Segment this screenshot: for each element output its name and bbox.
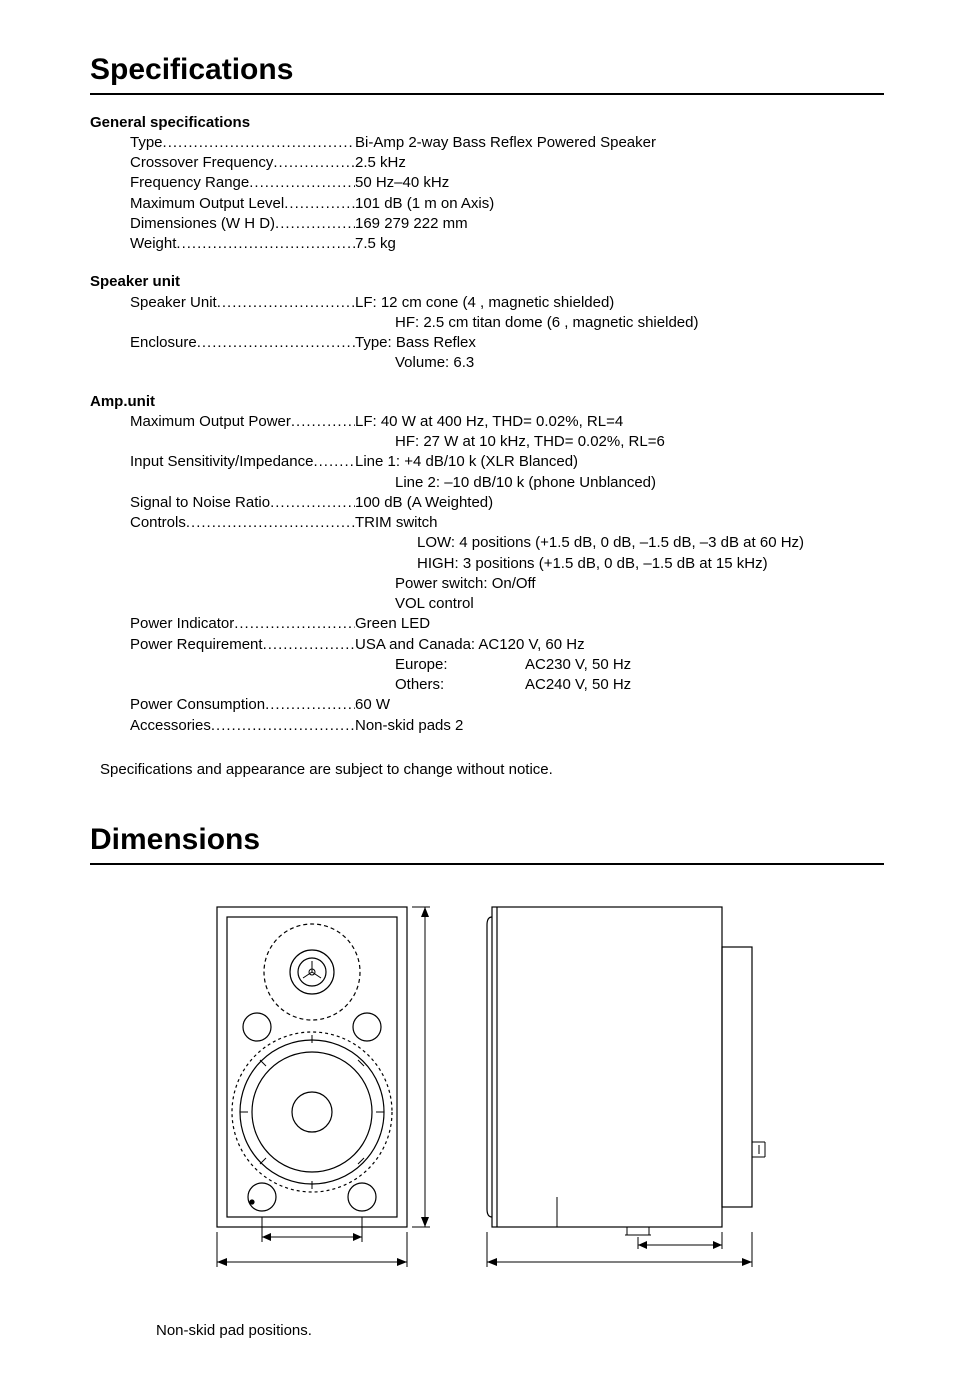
spec-value: Power switch: On/Off [395,574,884,594]
spec-value: 100 dB (A Weighted) [355,493,884,513]
spec-value: 60 W [355,695,884,715]
spec-value: VOL control [395,594,884,614]
spec-label: Power Requirement [130,635,355,655]
amp-section-title: Amp.unit [90,392,884,412]
general-section-title: General specifications [90,113,884,133]
spec-value: 2.5 kHz [355,153,884,173]
spec-value: Line 2: –10 dB/10 k (phone Unblanced) [395,473,884,493]
spec-value: Bi-Amp 2-way Bass Reflex Powered Speaker [355,133,884,153]
spec-label: Power Indicator [130,614,355,634]
spec-label: Maximum Output Level [130,194,355,214]
spec-label: Enclosure [130,333,355,353]
spec-label: Frequency Range [130,173,355,193]
spec-value: USA and Canada: AC120 V, 60 Hz [355,635,884,655]
spec-label: Controls [130,513,355,533]
spec-value: HF: 27 W at 10 kHz, THD= 0.02%, RL=6 [395,432,884,452]
spec-value: TRIM switch [355,513,884,533]
spec-label: Maximum Output Power [130,412,355,432]
spec-value: Others:AC240 V, 50 Hz [395,675,884,695]
spec-value: Non-skid pads 2 [355,716,884,736]
spec-value: Europe:AC230 V, 50 Hz [395,655,884,675]
spec-value: 50 Hz–40 kHz [355,173,884,193]
spec-label: Accessories [130,716,355,736]
spec-label: Power Consumption [130,695,355,715]
front-view-drawing [197,897,437,1297]
spec-value: HF: 2.5 cm titan dome (6 , magnetic shie… [395,313,884,333]
diagram-caption: Non-skid pad positions. [156,1321,884,1341]
side-view-drawing [477,897,777,1297]
spec-value: Type: Bass Reflex [355,333,884,353]
spec-value: 169 279 222 mm [355,214,884,234]
speaker-section-title: Speaker unit [90,272,884,292]
spec-label: Speaker Unit [130,293,355,313]
spec-value: Green LED [355,614,884,634]
spec-label: Weight [130,234,355,254]
spec-label: Crossover Frequency [130,153,355,173]
spec-value: HIGH: 3 positions (+1.5 dB, 0 dB, –1.5 d… [395,554,884,574]
disclaimer-text: Specifications and appearance are subjec… [100,760,884,780]
spec-label: Dimensiones (W H D) [130,214,355,234]
spec-value: 7.5 kg [355,234,884,254]
spec-value: Line 1: +4 dB/10 k (XLR Blanced) [355,452,884,472]
spec-value: LF: 40 W at 400 Hz, THD= 0.02%, RL=4 [355,412,884,432]
specifications-heading: Specifications [90,50,884,95]
spec-value: Volume: 6.3 [395,353,884,373]
spec-value: 101 dB (1 m on Axis) [355,194,884,214]
spec-label: Signal to Noise Ratio [130,493,355,513]
spec-value: LF: 12 cm cone (4 , magnetic shielded) [355,293,884,313]
dimensions-heading: Dimensions [90,820,884,865]
spec-label: Type [130,133,355,153]
spec-value: LOW: 4 positions (+1.5 dB, 0 dB, –1.5 dB… [395,533,884,553]
spec-label: Input Sensitivity/Impedance [130,452,355,472]
dimensions-diagram [90,897,884,1297]
